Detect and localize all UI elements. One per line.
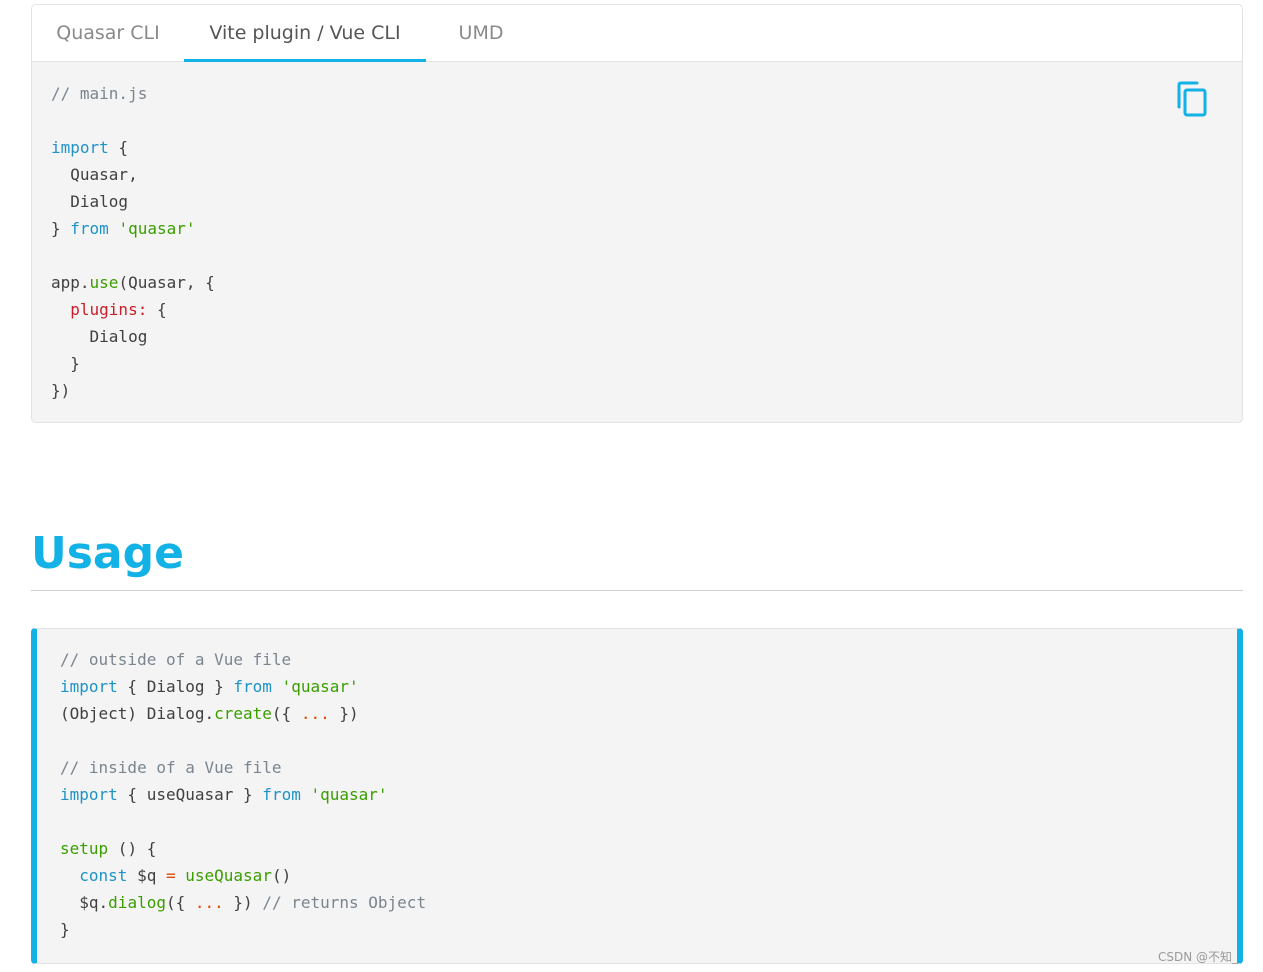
code-line: })	[51, 377, 215, 404]
code-token-plain: })	[223, 893, 263, 912]
code-line: const $q = useQuasar()	[60, 862, 426, 889]
code-token-keyword: import	[51, 138, 109, 157]
code-token-op: ...	[194, 893, 224, 912]
code-line: // main.js	[51, 80, 215, 107]
heading-divider	[31, 590, 1243, 591]
code-token-op: ...	[300, 704, 330, 723]
code-token-plain: }	[51, 219, 71, 238]
code-token-func: setup	[60, 839, 109, 858]
tab-umd[interactable]: UMD	[442, 5, 520, 61]
code-token-keyword: from	[262, 785, 301, 804]
code-line: // inside of a Vue file	[60, 754, 426, 781]
code-token-plain: app.	[51, 273, 90, 292]
code-token-func: use	[89, 273, 119, 292]
code-token-plain: ({	[165, 893, 195, 912]
code-line: }	[51, 350, 215, 377]
code-token-plain: ({	[271, 704, 301, 723]
code-line: $q.dialog({ ... }) // returns Object	[60, 889, 426, 916]
code-token-comment: // inside of a Vue file	[60, 758, 282, 777]
code-line: setup () {	[60, 835, 426, 862]
watermark: CSDN @不知_	[1158, 950, 1239, 964]
usage-heading: Usage	[31, 528, 184, 579]
copy-icon[interactable]	[1175, 81, 1209, 119]
code-token-plain: Dialog	[51, 192, 129, 211]
code-line: plugins: {	[51, 296, 215, 323]
code-line: }	[60, 916, 426, 943]
code-line: Dialog	[51, 188, 215, 215]
code-token-plain: Quasar,	[51, 165, 138, 184]
install-code-block: // main.js import { Quasar, Dialog } from …	[51, 80, 215, 404]
code-token-plain: ()	[271, 866, 292, 885]
code-token-plain: {	[147, 300, 167, 319]
code-token-plain: }	[51, 354, 80, 373]
code-token-keyword: from	[70, 219, 109, 238]
code-line: app.use(Quasar, {	[51, 269, 215, 296]
code-token-keyword: from	[233, 677, 272, 696]
code-line: // outside of a Vue file	[60, 646, 426, 673]
tab-quasar-cli[interactable]: Quasar CLI	[44, 5, 172, 61]
code-token-keyword: const	[79, 866, 128, 885]
code-line: import { useQuasar } from 'quasar'	[60, 781, 426, 808]
code-line: Quasar,	[51, 161, 215, 188]
code-line: (Object) Dialog.create({ ... })	[60, 700, 426, 727]
code-token-func: useQuasar	[185, 866, 272, 885]
code-token-plain: { Dialog }	[117, 677, 234, 696]
code-token-func: dialog	[108, 893, 166, 912]
code-token-string: 'quasar'	[310, 785, 388, 804]
code-token-string: 'quasar'	[118, 219, 196, 238]
code-token-keyword: import	[60, 677, 118, 696]
code-token-prop: plugins:	[70, 300, 148, 319]
code-token-comment: // main.js	[51, 84, 148, 103]
code-token-plain: (Quasar, {	[118, 273, 215, 292]
code-token-comment: // returns Object	[262, 893, 427, 912]
install-tabs: Quasar CLI Vite plugin / Vue CLI UMD	[32, 5, 1242, 62]
code-token-plain: { useQuasar }	[117, 785, 263, 804]
code-token-plain: Dialog	[51, 327, 148, 346]
code-line: import {	[51, 134, 215, 161]
code-token-keyword: import	[60, 785, 118, 804]
code-token-plain: {	[108, 138, 129, 157]
usage-code-card: // outside of a Vue file import { Dialog …	[31, 628, 1243, 964]
code-token-plain: () {	[108, 839, 157, 858]
code-token-plain: (Object) Dialog.	[60, 704, 215, 723]
code-line: Dialog	[51, 323, 215, 350]
install-code-card: Quasar CLI Vite plugin / Vue CLI UMD // …	[31, 4, 1243, 423]
usage-code-block: // outside of a Vue file import { Dialog …	[60, 646, 426, 943]
code-token-plain: $q	[127, 866, 166, 885]
code-token-string: 'quasar'	[281, 677, 359, 696]
code-line: } from 'quasar'	[51, 215, 215, 242]
code-token-func: create	[214, 704, 272, 723]
code-token-plain: }	[60, 920, 70, 939]
tab-vite-plugin-vue-cli[interactable]: Vite plugin / Vue CLI	[184, 5, 426, 62]
code-token-plain: })	[329, 704, 359, 723]
code-token-op: =	[165, 866, 176, 885]
code-token-comment: // outside of a Vue file	[60, 650, 292, 669]
code-token-plain: })	[51, 381, 71, 400]
code-line: import { Dialog } from 'quasar'	[60, 673, 426, 700]
code-token-plain: $q.	[60, 893, 109, 912]
